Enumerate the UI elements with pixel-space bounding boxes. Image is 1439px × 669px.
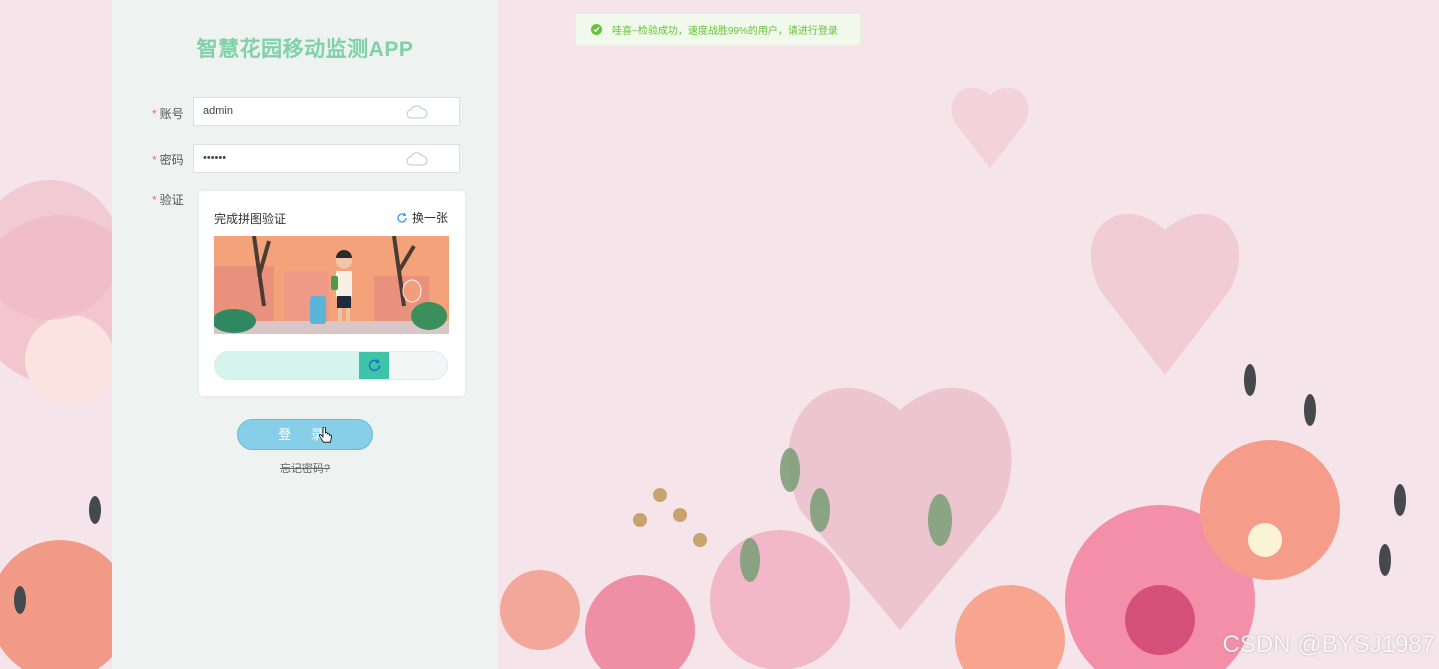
- password-input[interactable]: ••••••: [193, 144, 460, 173]
- captcha-refresh-button[interactable]: 换一张: [396, 209, 448, 226]
- captcha-slider-track: [214, 351, 448, 380]
- cloud-icon: [406, 105, 428, 119]
- password-label: * 密码: [152, 151, 184, 168]
- app-title: 智慧花园移动监测APP: [196, 38, 414, 61]
- watermark: CSDN @BYSJ1987: [1222, 631, 1435, 658]
- captcha-slider-handle[interactable]: [359, 352, 389, 379]
- account-label-text: 账号: [159, 107, 184, 121]
- required-mark: *: [152, 107, 157, 121]
- login-panel: 智慧花园移动监测APP * 账号 admin * 密码 •••••• * 验证 完成拼…: [112, 0, 498, 669]
- account-value: admin: [203, 105, 233, 117]
- password-label-text: 密码: [159, 153, 184, 167]
- captcha-puzzle-image: [214, 236, 449, 334]
- account-label: * 账号: [152, 105, 184, 122]
- verify-label-text: 验证: [159, 193, 184, 207]
- forgot-password-link[interactable]: 忘记密码?: [112, 460, 498, 476]
- required-mark: *: [152, 153, 157, 167]
- refresh-icon: [368, 358, 380, 372]
- puzzle-captcha: 完成拼图验证 换一张: [199, 191, 465, 396]
- captcha-refresh-label: 换一张: [411, 211, 448, 225]
- check-circle-icon: [591, 24, 602, 35]
- success-toast: 哇喜~检验成功，速度战胜99%的用户，请进行登录: [575, 13, 861, 46]
- captcha-title: 完成拼图验证: [214, 212, 287, 226]
- cloud-icon: [406, 152, 428, 166]
- refresh-icon: [397, 212, 407, 223]
- hand-pointer-icon: [319, 427, 332, 443]
- required-mark: *: [152, 193, 157, 207]
- login-button[interactable]: 登 录: [237, 419, 373, 450]
- toast-message: 哇喜~检验成功，速度战胜99%的用户，请进行登录: [612, 26, 838, 37]
- account-input[interactable]: admin: [193, 97, 460, 126]
- verify-label: * 验证: [152, 191, 184, 208]
- password-value: ••••••: [203, 152, 227, 164]
